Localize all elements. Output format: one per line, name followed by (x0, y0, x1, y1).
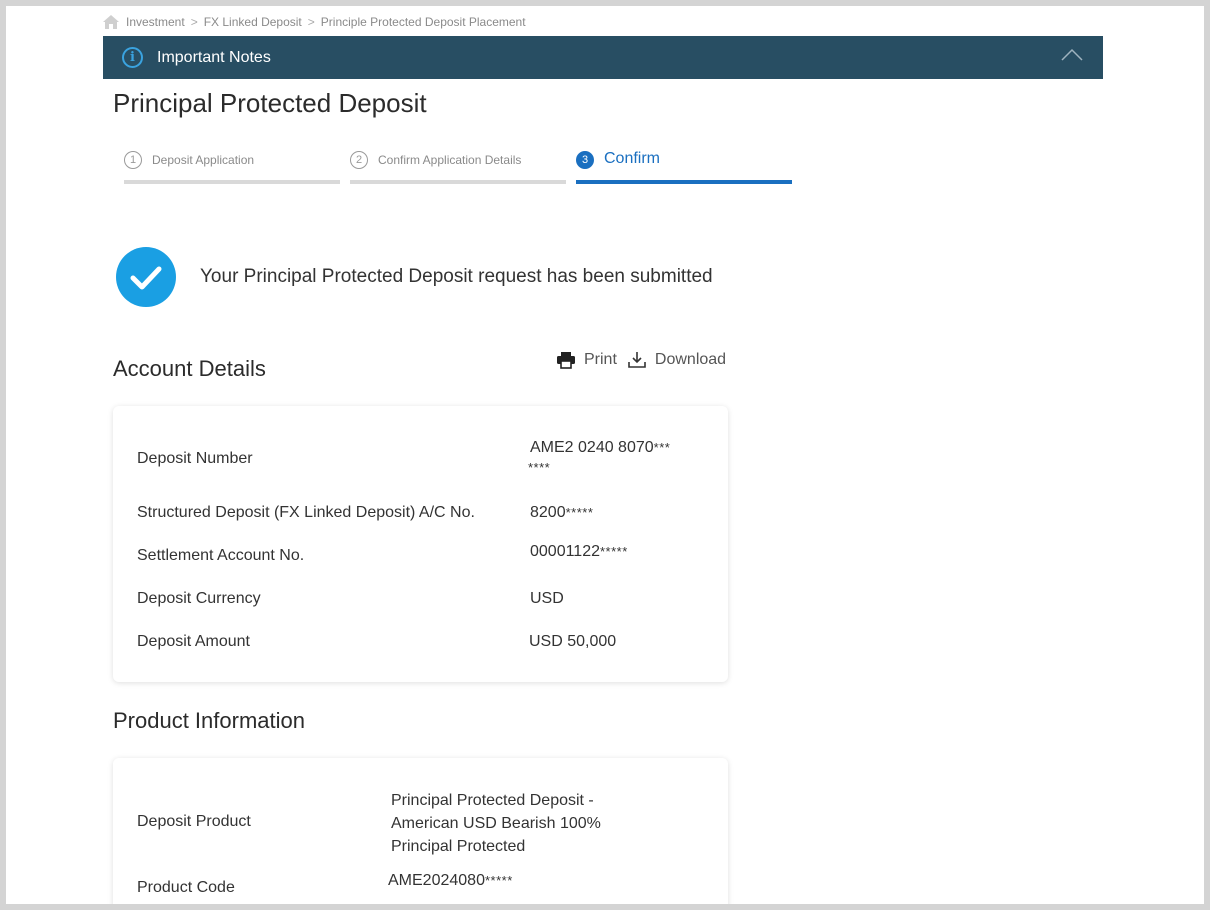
print-button[interactable]: Print (556, 351, 617, 369)
breadcrumb-current: Principle Protected Deposit Placement (320, 15, 526, 29)
account-number-value: 8200 (530, 504, 566, 521)
success-message: Your Principal Protected Deposit request… (200, 266, 713, 287)
settlement-number-value: 00001122 (530, 543, 600, 560)
step-deposit-application: 1 Deposit Application (124, 148, 340, 184)
row-label: Settlement Account No. (137, 547, 305, 564)
page-title: Principal Protected Deposit (113, 88, 427, 118)
step-label: Deposit Application (152, 153, 255, 167)
info-icon: i (122, 47, 143, 68)
row-label: Deposit Currency (137, 590, 261, 607)
masked-digits: ***** (484, 873, 513, 888)
download-button[interactable]: Download (617, 351, 726, 369)
important-notes-bar[interactable]: i Important Notes (103, 36, 1103, 79)
step-confirm-application-details: 2 Confirm Application Details (350, 148, 566, 184)
print-label: Print (584, 351, 617, 368)
download-icon (628, 352, 646, 368)
product-code-value: AME2024080 (388, 872, 485, 889)
step-number: 2 (350, 151, 368, 169)
page: Investment > FX Linked Deposit > Princip… (6, 6, 1204, 904)
step-confirm: 3 Confirm (576, 148, 792, 184)
printer-icon (557, 352, 575, 369)
product-information-title: Product Information (113, 708, 305, 733)
row-value: 8200***** (530, 504, 593, 522)
row-label: Deposit Product (137, 813, 251, 830)
step-bar (350, 180, 566, 184)
product-information-card: Deposit Product Principal Protected Depo… (113, 758, 728, 904)
row-value: AME2024080***** (388, 872, 513, 890)
row-value: USD 50,000 (529, 633, 617, 650)
row-label: Deposit Amount (137, 633, 250, 650)
step-number: 3 (576, 151, 594, 169)
row-value: USD (530, 590, 564, 607)
breadcrumb-investment[interactable]: Investment (126, 15, 185, 29)
account-details-title: Account Details (113, 356, 266, 381)
product-name-line: American USD Bearish 100% (391, 815, 601, 832)
home-icon[interactable] (102, 14, 120, 30)
breadcrumb-separator: > (190, 15, 198, 29)
masked-digits: ***** (600, 544, 628, 559)
row-label: Deposit Number (137, 450, 253, 467)
chevron-up-icon[interactable] (1061, 48, 1083, 62)
step-label: Confirm Application Details (378, 153, 522, 167)
row-value: AME2 0240 8070*** **** (528, 438, 671, 478)
row-label: Structured Deposit (FX Linked Deposit) A… (137, 504, 475, 521)
row-value: Principal Protected Deposit - American U… (391, 789, 601, 858)
actions-toolbar: Print Download (556, 351, 726, 369)
breadcrumb-fx-linked-deposit[interactable]: FX Linked Deposit (204, 15, 302, 29)
step-bar (576, 180, 792, 184)
product-name-line: Principal Protected (391, 838, 526, 855)
deposit-number-value: AME2 0240 8070 (530, 439, 654, 456)
masked-digits: ***** (565, 505, 594, 520)
download-label: Download (654, 351, 727, 368)
check-circle-icon (116, 247, 176, 307)
row-value: 00001122***** (530, 543, 628, 561)
masked-digits: **** (528, 460, 551, 475)
step-label: Confirm (604, 150, 661, 167)
product-name-line: Principal Protected Deposit - (391, 792, 594, 809)
progress-stepper: 1 Deposit Application 2 Confirm Applicat… (124, 148, 794, 188)
breadcrumb: Investment > FX Linked Deposit > Princip… (102, 12, 526, 32)
account-details-card: Deposit Number AME2 0240 8070*** **** St… (113, 406, 728, 682)
step-number: 1 (124, 151, 142, 169)
important-notes-title: Important Notes (157, 48, 271, 66)
breadcrumb-separator: > (307, 15, 315, 29)
masked-digits: *** (653, 440, 671, 455)
step-bar (124, 180, 340, 184)
row-label: Product Code (137, 879, 235, 896)
